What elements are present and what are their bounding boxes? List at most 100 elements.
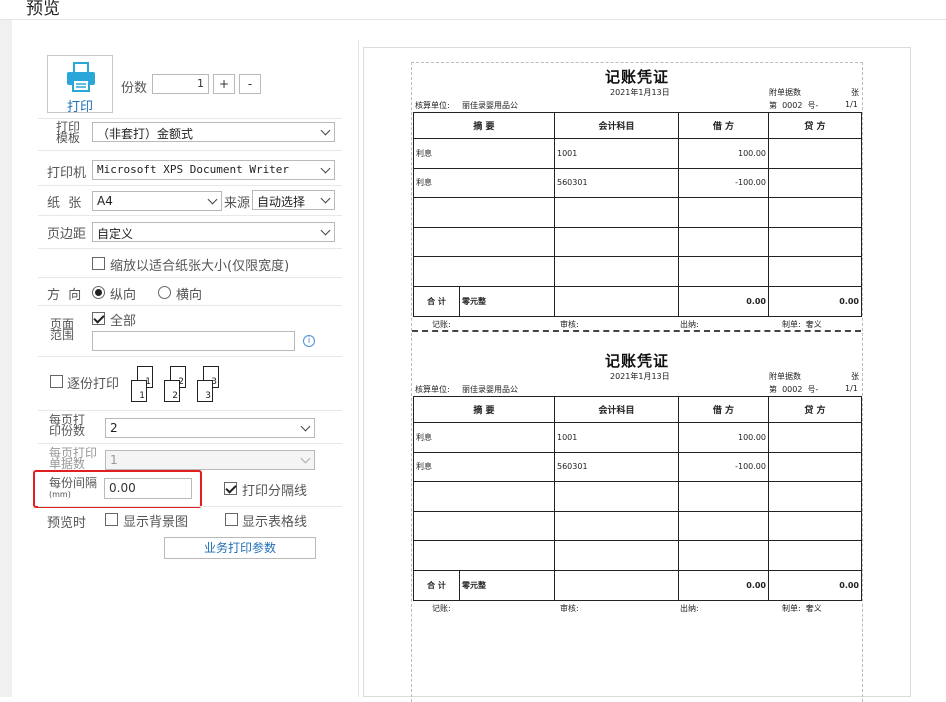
unit-name: 丽佳录婴用品公: [462, 385, 518, 394]
voucher-date: 2021年1月13日: [610, 372, 670, 381]
left-strip: [0, 20, 12, 697]
voucher-title: 记账凭证: [604, 352, 669, 370]
copies-input[interactable]: 1: [152, 74, 209, 94]
chevron-down-icon: [320, 193, 331, 204]
page-range-input[interactable]: [92, 331, 295, 351]
paper-select[interactable]: A4: [92, 191, 222, 211]
footer-reviewer: 审核:: [560, 604, 579, 613]
copies-per-page-label: 每页打 印份数: [49, 413, 86, 438]
footer-maker: 制单: 奢义: [782, 320, 822, 329]
header-cell: 借 方: [678, 112, 769, 139]
total-row: 合 计零元整 0.00 0.00: [413, 285, 862, 317]
entries-per-page-label: 每页打印 单据数: [49, 446, 98, 471]
preview-label: 预览时: [47, 516, 87, 531]
unit-name: 丽佳录婴用品公: [462, 101, 518, 110]
margin-select[interactable]: 自定义: [92, 222, 335, 242]
source-select[interactable]: 自动选择: [252, 190, 335, 210]
all-pages-label: 全部: [110, 314, 137, 329]
orientation-label: 方 向: [47, 288, 82, 303]
business-print-params-button[interactable]: 业务打印参数: [164, 537, 316, 559]
chevron-down-icon: [207, 194, 218, 205]
print-separator-checkbox[interactable]: [224, 482, 237, 495]
portrait-radio[interactable]: [92, 286, 105, 299]
table-row: [413, 481, 862, 512]
unit-label: 核算单位:: [415, 101, 450, 110]
voucher-number: 第 0002 号-: [769, 101, 819, 110]
total-row: 合 计零元整 0.00 0.00: [413, 569, 862, 601]
header-cell: 会计科目: [554, 396, 679, 423]
entries-per-page-select: 1: [105, 450, 315, 470]
divider: [38, 215, 342, 216]
table-row: 利息 560301 -100.00: [413, 451, 862, 482]
voucher-number: 第 0002 号-: [769, 385, 819, 394]
landscape-radio[interactable]: [158, 286, 171, 299]
show-background-checkbox[interactable]: [105, 513, 118, 526]
divider: [38, 248, 342, 249]
copies-per-page-select[interactable]: 2: [105, 418, 315, 438]
voucher-date: 2021年1月13日: [610, 88, 670, 97]
template-label: 打印 模板: [56, 120, 81, 145]
print-button[interactable]: 打印: [47, 55, 113, 115]
all-pages-checkbox[interactable]: [92, 312, 105, 325]
divider: [38, 150, 342, 151]
show-grid-checkbox[interactable]: [225, 513, 238, 526]
landscape-label: 横向: [176, 288, 203, 303]
chevron-down-icon: [320, 163, 331, 174]
copies-decrease-button[interactable]: -: [239, 74, 261, 94]
header-cell: 摘 要: [413, 112, 555, 139]
paper-label: 纸 张: [47, 196, 82, 211]
footer-cashier: 出纳:: [680, 320, 699, 329]
divider: [38, 118, 342, 119]
header-cell: 会计科目: [554, 112, 679, 139]
template-select[interactable]: （非套打）金额式: [92, 122, 335, 142]
info-icon[interactable]: i: [303, 335, 315, 347]
printer-label: 打印机: [47, 166, 87, 181]
attach-unit: 张: [851, 372, 859, 381]
margin-label: 页边距: [47, 227, 87, 242]
gap-label: 每份间隔 (mm): [49, 476, 98, 499]
page-range-label: 页面 范围: [50, 317, 75, 342]
header-cell: 摘 要: [413, 396, 555, 423]
gap-input[interactable]: 0.00: [104, 478, 192, 499]
table-row: [413, 226, 862, 257]
header-cell: 借 方: [678, 396, 769, 423]
copies-increase-button[interactable]: +: [213, 74, 235, 94]
header-cell: 贷 方: [768, 396, 862, 423]
voucher-title: 记账凭证: [604, 68, 669, 86]
divider: [38, 356, 342, 357]
fit-width-checkbox[interactable]: [92, 257, 105, 270]
portrait-label: 纵向: [110, 288, 137, 303]
table-row: [413, 256, 862, 287]
print-button-label: 打印: [66, 100, 93, 115]
page-text: 1/1: [845, 384, 858, 393]
chevron-down-icon: [320, 225, 331, 236]
divider: [38, 305, 342, 306]
collate-page: 3: [197, 380, 213, 402]
footer-bookkeeper: 记账:: [432, 604, 451, 613]
printer-select[interactable]: Microsoft XPS Document Writer: [92, 160, 335, 180]
source-label: 来源: [224, 196, 251, 211]
chevron-down-icon: [320, 125, 331, 136]
collate-page: 1: [131, 380, 147, 402]
show-grid-label: 显示表格线: [242, 515, 308, 530]
attach-unit: 张: [851, 88, 859, 97]
table-row: [413, 197, 862, 228]
title-bar: 预览: [0, 0, 946, 20]
footer-bookkeeper: 记账:: [432, 320, 451, 329]
printer-icon: [67, 62, 95, 92]
chevron-down-icon: [300, 421, 311, 432]
divider: [38, 185, 342, 186]
collate-page: 2: [164, 380, 180, 402]
separator-line: [412, 330, 861, 332]
divider: [38, 410, 342, 411]
divider: [38, 277, 342, 278]
collate-label: 逐份打印: [67, 377, 120, 392]
table-row: 利息 560301 -100.00: [413, 167, 862, 198]
table-row: [413, 540, 862, 571]
chevron-down-icon: [300, 453, 311, 464]
attach-label: 附单据数: [769, 372, 801, 381]
footer-cashier: 出纳:: [680, 604, 699, 613]
print-separator-label: 打印分隔线: [242, 484, 308, 499]
collate-checkbox[interactable]: [50, 375, 63, 388]
table-row: [413, 510, 862, 541]
